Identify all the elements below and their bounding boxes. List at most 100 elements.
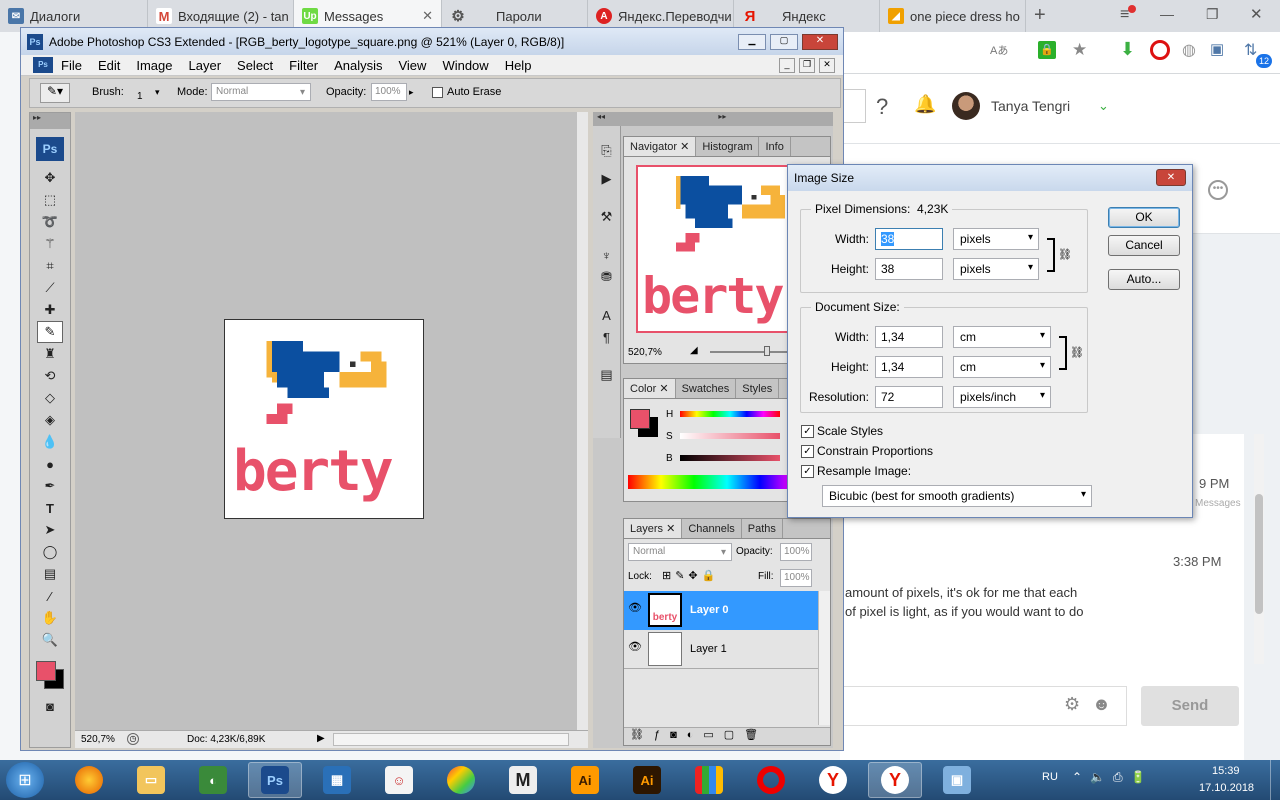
doc-restore-button[interactable]: ❐ [799, 58, 815, 73]
dock-grip[interactable]: ◂◂ ▸▸ [593, 112, 833, 126]
eyedropper-tool-icon[interactable]: ⁄ [37, 585, 63, 607]
chevron-down-icon[interactable]: ▸ [409, 87, 414, 98]
close-icon[interactable]: ✕ [422, 8, 433, 24]
taskbar-paint[interactable] [434, 762, 488, 798]
taskbar-calculator[interactable] [682, 762, 736, 798]
doc-minimize-button[interactable]: _ [779, 58, 795, 73]
layer-comps-icon[interactable]: ▤ [594, 364, 620, 386]
document-image[interactable]: berty [224, 319, 424, 519]
healing-brush-tool-icon[interactable]: ✚ [37, 299, 63, 321]
history-icon[interactable]: ⎘ [594, 140, 620, 162]
paragraph-icon[interactable]: ¶ [594, 326, 620, 348]
taskbar-photos[interactable]: ◐ [186, 762, 240, 798]
taskbar-yandex-2[interactable]: Y [868, 762, 922, 798]
doc-close-button[interactable]: ✕ [819, 58, 835, 73]
resample-method-select[interactable]: Bicubic (best for smooth gradients) [822, 485, 1092, 507]
layers-footer-icons[interactable]: ⛓ƒ◙◐▭▢🗑 [624, 727, 830, 745]
settings-icon[interactable]: ⚙ [1064, 694, 1080, 715]
tab-channels[interactable]: Channels [682, 519, 742, 538]
send-button[interactable]: Send [1141, 686, 1239, 726]
tab-histogram[interactable]: Histogram [696, 137, 760, 156]
avatar[interactable] [952, 92, 980, 120]
brushes-icon[interactable]: ♆ [594, 244, 620, 266]
doc-width-unit-select[interactable]: cm [953, 326, 1051, 348]
saturation-slider[interactable] [680, 433, 780, 439]
tab-paths[interactable]: Paths [742, 519, 783, 538]
layer-opacity-input[interactable]: 100% [780, 543, 812, 561]
minimize-icon[interactable]: — [1160, 6, 1174, 22]
pen-tool-icon[interactable]: ✒ [37, 475, 63, 497]
mode-select[interactable]: Normal [211, 83, 311, 101]
doc-height-unit-select[interactable]: cm [953, 356, 1051, 378]
menu-window[interactable]: Window [434, 55, 496, 76]
quick-mask-icon[interactable]: ◙ [37, 695, 63, 717]
dodge-tool-icon[interactable]: ● [37, 453, 63, 475]
user-name[interactable]: Tanya Tengri [991, 98, 1070, 114]
menu-file[interactable]: File [53, 55, 90, 76]
tab-styles[interactable]: Styles [736, 379, 780, 398]
chevron-down-icon[interactable]: ▾ [155, 87, 160, 98]
taskbar-screenshot[interactable]: ▣ [930, 762, 984, 798]
tab-info[interactable]: Info [759, 137, 791, 156]
taskbar-illustrator[interactable]: Ai [558, 762, 612, 798]
brightness-slider[interactable] [680, 455, 780, 461]
menu-view[interactable]: View [390, 55, 434, 76]
notes-tool-icon[interactable]: ▤ [37, 563, 63, 585]
brush-size[interactable]: 1 [137, 91, 143, 102]
resolution-input[interactable]: 72 [875, 386, 943, 408]
opacity-input[interactable]: 100% [371, 83, 407, 101]
globe-icon[interactable]: ◍ [1182, 40, 1196, 60]
menu-image[interactable]: Image [128, 55, 180, 76]
pixel-height-unit-select[interactable]: pixels [953, 258, 1039, 280]
emoji-icon[interactable]: ☻ [1092, 694, 1111, 715]
download-icon[interactable]: ⬇ [1120, 39, 1135, 60]
fg-color-chip[interactable] [630, 409, 650, 429]
clock-date[interactable]: 17.10.2018 [1199, 782, 1254, 794]
menu-edit[interactable]: Edit [90, 55, 128, 76]
more-options-icon[interactable]: ••• [1208, 180, 1228, 200]
type-tool-icon[interactable]: T [37, 497, 63, 519]
crop-tool-icon[interactable]: ⌗ [37, 255, 63, 277]
layer-name[interactable]: Layer 0 [690, 604, 729, 616]
menu-help[interactable]: Help [497, 55, 540, 76]
hue-slider[interactable] [680, 411, 780, 417]
character-icon[interactable]: A [594, 304, 620, 326]
help-icon[interactable]: ? [876, 94, 888, 120]
menu-filter[interactable]: Filter [281, 55, 326, 76]
constrain-proportions-checkbox[interactable]: ✓ [801, 445, 814, 458]
taskbar-photoshop[interactable]: Ps [248, 762, 302, 798]
blur-tool-icon[interactable]: 💧 [37, 431, 63, 453]
zoom-tool-icon[interactable]: 🔍 [37, 629, 63, 651]
taskbar-app[interactable]: ☺ [372, 762, 426, 798]
layers-scrollbar[interactable] [818, 591, 830, 725]
magic-wand-tool-icon[interactable]: ⚚ [37, 233, 63, 255]
star-icon[interactable]: ★ [1072, 40, 1087, 60]
zoom-out-icon[interactable]: ◢ [690, 345, 698, 356]
clone-stamp-tool-icon[interactable]: ♜ [37, 343, 63, 365]
taskbar-opera[interactable] [744, 762, 798, 798]
auto-button[interactable]: Auto... [1108, 269, 1180, 290]
panel-grip[interactable]: ▸▸ [30, 113, 70, 129]
scroll-thumb[interactable] [1255, 494, 1263, 614]
lock-icon[interactable]: 🔒 [1038, 41, 1056, 59]
bell-icon[interactable]: 🔔 [914, 94, 936, 115]
taskbar-media[interactable]: ▦ [310, 762, 364, 798]
messages-link[interactable]: Messages [1195, 498, 1241, 509]
vertical-scrollbar[interactable] [577, 112, 588, 730]
restore-icon[interactable]: ❐ [1206, 6, 1219, 23]
lock-icons[interactable]: ⊞✎✥🔒 [662, 569, 719, 582]
hand-tool-icon[interactable]: ✋ [37, 607, 63, 629]
menu-layer[interactable]: Layer [181, 55, 230, 76]
taskbar-illustrator-2[interactable]: Ai [620, 762, 674, 798]
paint-bucket-tool-icon[interactable]: ◈ [37, 409, 63, 431]
shape-tool-icon[interactable]: ◯ [37, 541, 63, 563]
taskbar-explorer[interactable]: ▭ [124, 762, 178, 798]
scale-styles-checkbox[interactable]: ✓ [801, 425, 814, 438]
eye-icon[interactable]: 👁 [628, 640, 642, 653]
opera-icon[interactable] [1150, 40, 1170, 60]
minimize-button[interactable]: ▁ [738, 34, 766, 50]
tray-icons[interactable]: ⌃🔈⎙🔋 [1072, 770, 1154, 785]
pixel-width-input[interactable]: 38 [875, 228, 943, 250]
close-button[interactable]: ✕ [802, 34, 838, 50]
translate-page-icon[interactable]: Aあ [990, 42, 1008, 58]
